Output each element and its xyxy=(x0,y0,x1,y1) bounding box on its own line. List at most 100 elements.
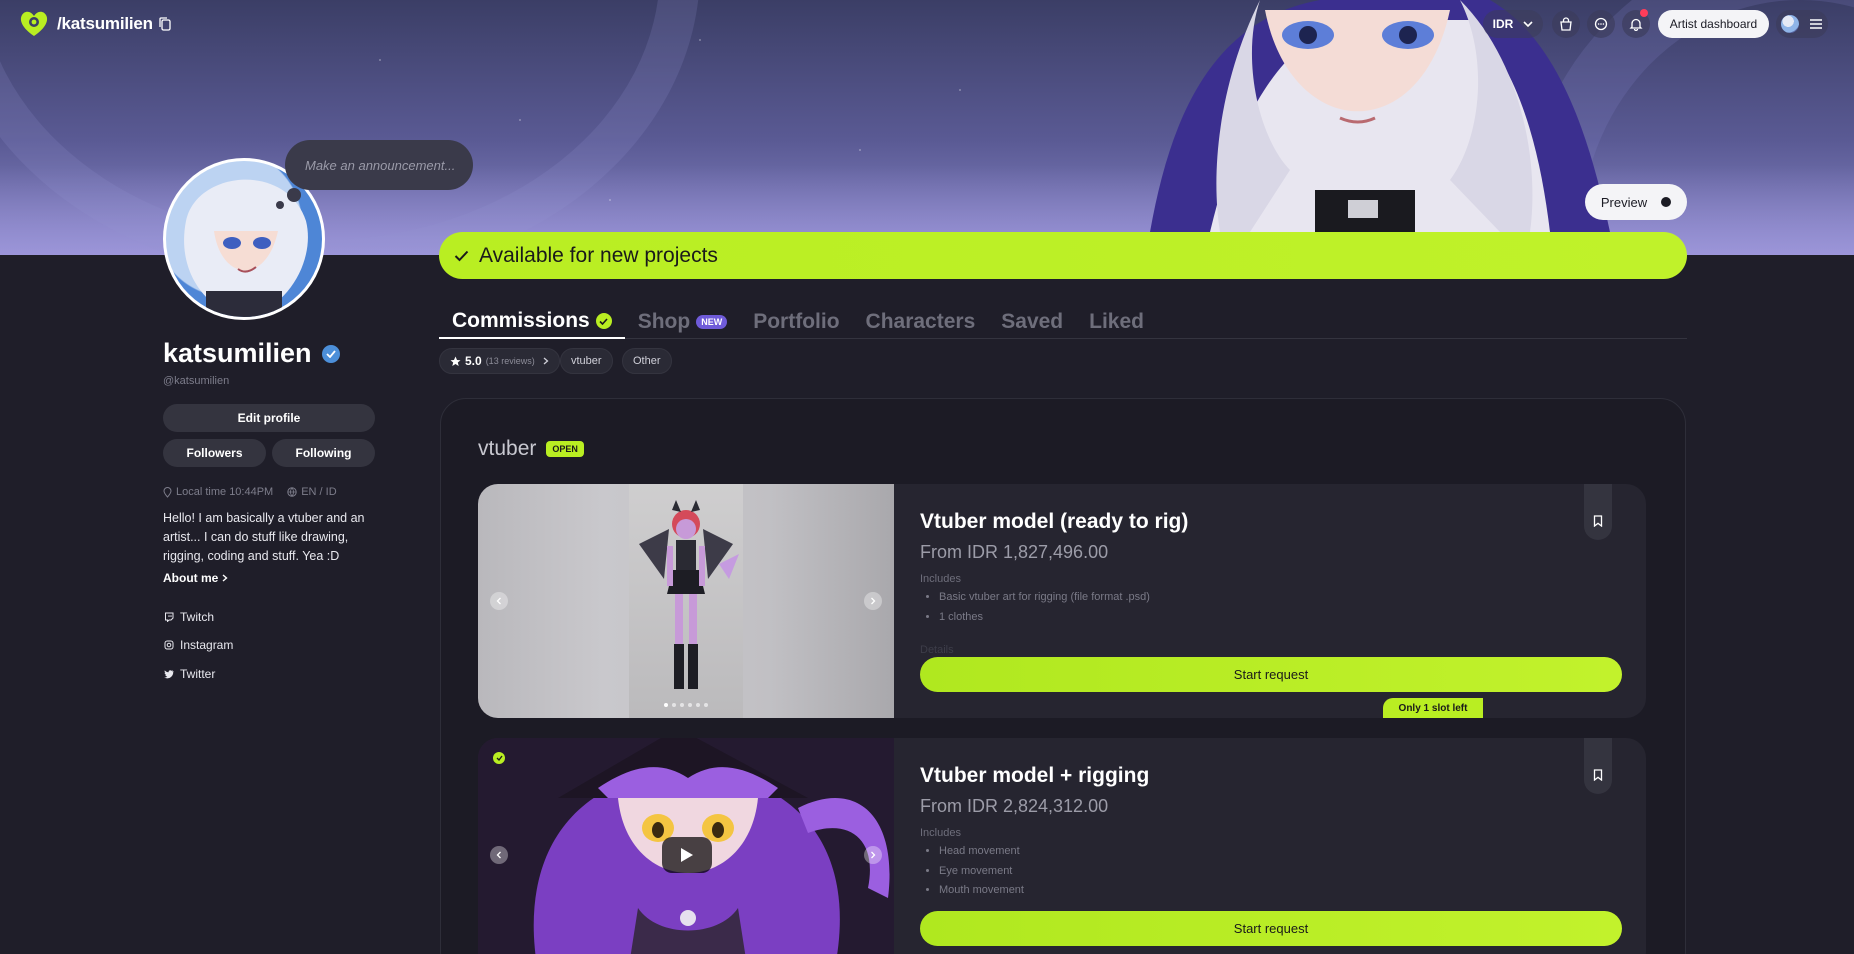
about-me-link[interactable]: About me xyxy=(163,571,228,585)
section-header: vtuber OPEN xyxy=(478,437,584,461)
start-request-button[interactable]: Start request xyxy=(920,657,1622,692)
artist-dashboard-button[interactable]: Artist dashboard xyxy=(1658,10,1769,38)
star-icon xyxy=(450,356,461,366)
rating-chip[interactable]: 5.0 (13 reviews) xyxy=(439,348,560,374)
commission-card[interactable]: Vtuber model + rigging From IDR 2,824,31… xyxy=(478,738,1646,954)
verified-badge-icon xyxy=(321,344,340,363)
tab-saved[interactable]: Saved xyxy=(988,300,1076,339)
globe-icon xyxy=(287,487,297,497)
verified-check-icon xyxy=(595,313,612,329)
slots-left-badge: Only 1 slot left xyxy=(1383,698,1483,718)
hamburger-menu-icon xyxy=(1810,19,1822,29)
review-count: (13 reviews) xyxy=(485,356,535,366)
carousel-dot[interactable] xyxy=(688,703,692,707)
carousel-dot[interactable] xyxy=(704,703,708,707)
copy-icon[interactable] xyxy=(159,17,171,31)
commission-card[interactable]: Vtuber model (ready to rig) From IDR 1,8… xyxy=(478,484,1646,718)
checkmark-icon xyxy=(454,250,469,261)
availability-banner: Available for new projects xyxy=(439,232,1687,279)
carousel-dot[interactable] xyxy=(696,703,700,707)
following-button[interactable]: Following xyxy=(272,439,375,467)
commission-title[interactable]: Vtuber model + rigging xyxy=(920,764,1149,788)
carousel-next-button[interactable] xyxy=(864,592,882,610)
social-label: Instagram xyxy=(180,638,234,652)
includes-list: Head movement Eye movement Mouth movemen… xyxy=(939,842,1024,901)
list-item: Head movement xyxy=(939,842,1024,862)
new-badge: NEW xyxy=(696,315,728,329)
tab-shop[interactable]: Shop NEW xyxy=(625,300,741,339)
toggle-dot-icon xyxy=(1661,197,1672,207)
tag-chip-vtuber[interactable]: vtuber xyxy=(560,348,613,374)
carousel-dot[interactable] xyxy=(672,703,676,707)
carousel-next-button[interactable] xyxy=(864,846,882,864)
chevron-right-icon xyxy=(871,851,876,859)
preview-toggle-button[interactable]: Preview xyxy=(1585,184,1687,220)
speech-bubble-tail xyxy=(287,188,301,202)
carousel-dot[interactable] xyxy=(664,703,668,707)
tab-label: Liked xyxy=(1089,310,1144,333)
commission-image-carousel[interactable] xyxy=(478,738,894,954)
display-name: katsumilien xyxy=(163,338,312,368)
notifications-button[interactable] xyxy=(1622,9,1650,38)
carousel-indicators xyxy=(664,703,708,707)
chat-bubble-icon xyxy=(1594,17,1608,31)
carousel-image xyxy=(629,484,743,718)
status-badge: OPEN xyxy=(546,441,584,457)
location-pin-icon xyxy=(163,486,172,498)
notification-dot xyxy=(1640,9,1648,17)
bell-icon xyxy=(1629,18,1643,31)
bookmark-icon xyxy=(1593,515,1603,527)
profile-url-handle[interactable]: /katsumilien xyxy=(57,14,153,34)
preview-label: Preview xyxy=(1600,194,1648,210)
social-label: Twitter xyxy=(180,667,216,681)
announcement-input[interactable]: Make an announcement... xyxy=(285,140,473,190)
list-item: 1 clothes xyxy=(939,608,1150,628)
character-model-image xyxy=(639,500,739,689)
local-time-label: Local time 10:44PM xyxy=(176,486,274,498)
rating-value: 5.0 xyxy=(465,354,482,368)
carousel-dot[interactable] xyxy=(680,703,684,707)
carousel-prev-button[interactable] xyxy=(490,846,508,864)
bookmark-button[interactable] xyxy=(1584,484,1612,540)
edit-profile-button[interactable]: Edit profile xyxy=(163,404,375,432)
tab-label: Saved xyxy=(1001,310,1064,333)
speech-bubble-tail xyxy=(276,201,284,209)
vgen-logo-icon[interactable] xyxy=(18,10,50,38)
tab-label: Shop xyxy=(637,310,691,333)
tag-chip-other[interactable]: Other xyxy=(622,348,672,374)
social-link-twitch[interactable]: Twitch xyxy=(164,610,214,624)
commission-price: From IDR 1,827,496.00 xyxy=(920,542,1109,562)
list-item: Eye movement xyxy=(939,862,1024,882)
currency-selector[interactable]: IDR xyxy=(1483,10,1543,38)
social-link-twitter[interactable]: Twitter xyxy=(164,667,215,681)
play-video-button[interactable] xyxy=(662,837,712,873)
chevron-left-icon xyxy=(496,597,501,605)
profile-name: katsumilien xyxy=(163,338,340,369)
bookmark-icon xyxy=(1593,769,1603,781)
cart-button[interactable] xyxy=(1552,10,1580,38)
social-link-instagram[interactable]: Instagram xyxy=(164,638,233,652)
profile-bio: Hello! I am basically a vtuber and an ar… xyxy=(163,511,365,563)
commission-price: From IDR 2,824,312.00 xyxy=(920,796,1109,816)
messages-button[interactable] xyxy=(1587,10,1615,38)
section-title: vtuber xyxy=(478,437,537,460)
commission-title[interactable]: Vtuber model (ready to rig) xyxy=(920,510,1188,534)
list-item: Mouth movement xyxy=(939,881,1024,901)
languages-label: EN / ID xyxy=(301,486,337,498)
verified-shield-icon xyxy=(493,752,505,764)
carousel-prev-button[interactable] xyxy=(490,592,508,610)
tab-characters[interactable]: Characters xyxy=(853,300,989,339)
followers-button[interactable]: Followers xyxy=(163,439,266,467)
commission-image-carousel[interactable] xyxy=(478,484,894,718)
availability-text: Available for new projects xyxy=(479,243,718,267)
local-time: Local time 10:44PM xyxy=(163,486,273,498)
account-menu-button[interactable] xyxy=(1776,10,1828,38)
chevron-left-icon xyxy=(496,851,501,859)
includes-list: Basic vtuber art for rigging (file forma… xyxy=(939,588,1150,627)
start-request-button[interactable]: Start request xyxy=(920,911,1622,946)
bookmark-button[interactable] xyxy=(1584,738,1612,794)
user-handle: @katsumilien xyxy=(163,375,230,387)
tab-liked[interactable]: Liked xyxy=(1076,300,1157,339)
tab-commissions[interactable]: Commissions xyxy=(439,300,625,339)
tab-portfolio[interactable]: Portfolio xyxy=(740,300,852,339)
